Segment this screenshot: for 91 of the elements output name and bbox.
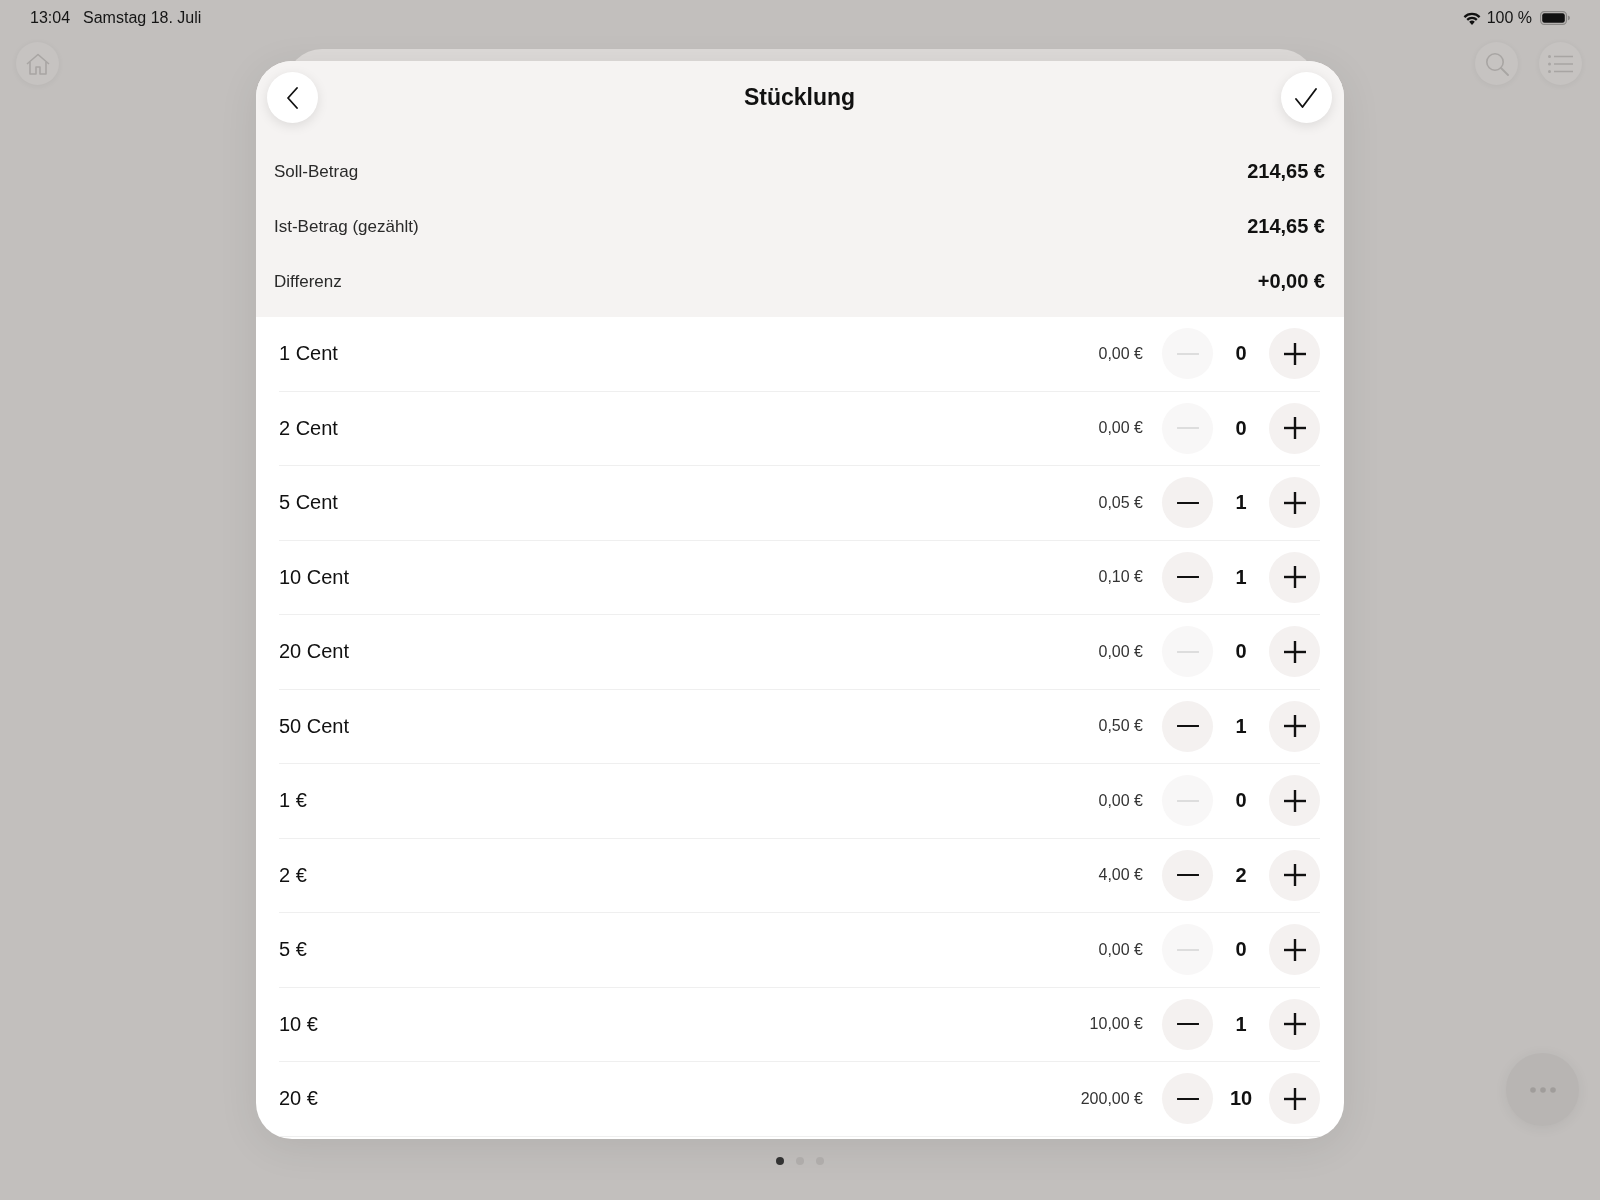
count-value: 1 <box>1234 1012 1248 1036</box>
increment-button[interactable] <box>1269 551 1320 603</box>
home-button[interactable] <box>16 42 59 85</box>
increment-button[interactable] <box>1269 626 1320 678</box>
minus-icon <box>1176 576 1199 579</box>
count-value: 0 <box>1234 789 1248 813</box>
wifi-icon <box>1462 11 1481 25</box>
increment-button[interactable] <box>1269 924 1320 976</box>
count-value: 0 <box>1234 416 1248 440</box>
plus-icon <box>1283 566 1306 589</box>
summary-value: +0,00 € <box>1257 270 1325 293</box>
minus-icon <box>1176 874 1199 877</box>
decrement-button[interactable] <box>1162 551 1213 603</box>
plus-icon <box>1283 1013 1306 1036</box>
plus-icon <box>1283 715 1306 738</box>
battery-icon <box>1540 11 1570 25</box>
denomination-label: 1 € <box>279 789 307 813</box>
denomination-amount: 0,00 € <box>1098 344 1143 363</box>
status-date: Samstag 18. Juli <box>83 9 202 27</box>
plus-icon <box>1283 417 1306 440</box>
ellipsis-icon <box>1529 1086 1556 1093</box>
denomination-label: 5 Cent <box>279 491 338 515</box>
decrement-button[interactable] <box>1162 998 1213 1050</box>
decrement-button[interactable] <box>1162 849 1213 901</box>
denomination-label: 20 € <box>279 1087 318 1111</box>
denomination-label: 10 € <box>279 1012 318 1036</box>
summary-label: Differenz <box>274 271 342 292</box>
plus-icon <box>1283 789 1306 812</box>
minus-icon <box>1176 1097 1199 1100</box>
increment-button[interactable] <box>1269 700 1320 752</box>
chevron-left-icon <box>287 86 298 109</box>
confirm-button[interactable] <box>1281 72 1332 123</box>
denomination-amount: 200,00 € <box>1080 1089 1143 1108</box>
summary-value: 214,65 € <box>1247 215 1325 238</box>
plus-icon <box>1283 864 1306 887</box>
denomination-label: 1 Cent <box>279 342 338 366</box>
increment-button[interactable] <box>1269 1073 1320 1125</box>
summary-value: 214,65 € <box>1247 160 1325 183</box>
decrement-button[interactable] <box>1162 1073 1213 1125</box>
summary-label: Soll-Betrag <box>274 161 359 182</box>
denomination-amount: 4,00 € <box>1098 866 1143 885</box>
count-value: 0 <box>1234 640 1248 664</box>
page-dot[interactable] <box>776 1157 784 1165</box>
denomination-amount: 0,10 € <box>1098 568 1143 587</box>
count-value: 0 <box>1234 342 1248 366</box>
sheet-title: Stücklung <box>743 84 856 111</box>
decrement-button[interactable] <box>1162 700 1213 752</box>
count-value: 1 <box>1234 714 1248 738</box>
minus-icon <box>1176 1023 1199 1026</box>
count-value: 1 <box>1234 565 1248 589</box>
plus-icon <box>1283 938 1306 961</box>
count-value: 2 <box>1234 863 1248 887</box>
denomination-amount: 0,50 € <box>1098 717 1143 736</box>
summary-label: Ist-Betrag (gezählt) <box>274 216 419 237</box>
denomination-amount: 0,05 € <box>1098 493 1143 512</box>
count-value: 10 <box>1228 1087 1254 1111</box>
minus-icon <box>1176 501 1199 504</box>
plus-icon <box>1283 491 1306 514</box>
battery-percentage: 100 % <box>1486 9 1532 27</box>
home-icon <box>25 52 50 75</box>
denomination-amount: 0,00 € <box>1098 940 1143 959</box>
status-time: 13:04 <box>30 9 71 27</box>
count-value: 1 <box>1234 491 1248 515</box>
increment-button[interactable] <box>1269 998 1320 1050</box>
increment-button[interactable] <box>1269 477 1320 529</box>
denomination-amount: 0,00 € <box>1098 419 1143 438</box>
denomination-label: 2 Cent <box>279 416 338 440</box>
plus-icon <box>1283 1087 1306 1110</box>
denomination-label: 10 Cent <box>279 565 350 589</box>
plus-icon <box>1283 342 1306 365</box>
increment-button[interactable] <box>1269 402 1320 454</box>
denomination-label: 50 Cent <box>279 714 350 738</box>
increment-button[interactable] <box>1269 849 1320 901</box>
menu-button[interactable] <box>1539 42 1582 85</box>
check-icon <box>1295 87 1318 108</box>
decrement-button[interactable] <box>1162 477 1213 529</box>
denomination-label: 2 € <box>279 863 307 887</box>
increment-button[interactable] <box>1269 328 1320 380</box>
denomination-label: 5 € <box>279 938 307 962</box>
search-icon <box>1484 51 1509 76</box>
denomination-label: 20 Cent <box>279 640 350 664</box>
search-button[interactable] <box>1475 42 1518 85</box>
list-icon <box>1548 54 1573 73</box>
back-button[interactable] <box>267 72 318 123</box>
increment-button[interactable] <box>1269 775 1320 827</box>
count-value: 0 <box>1234 938 1248 962</box>
minus-icon <box>1176 725 1199 728</box>
plus-icon <box>1283 640 1306 663</box>
denomination-amount: 10,00 € <box>1089 1015 1143 1034</box>
denomination-amount: 0,00 € <box>1098 642 1143 661</box>
denomination-amount: 0,00 € <box>1098 791 1143 810</box>
